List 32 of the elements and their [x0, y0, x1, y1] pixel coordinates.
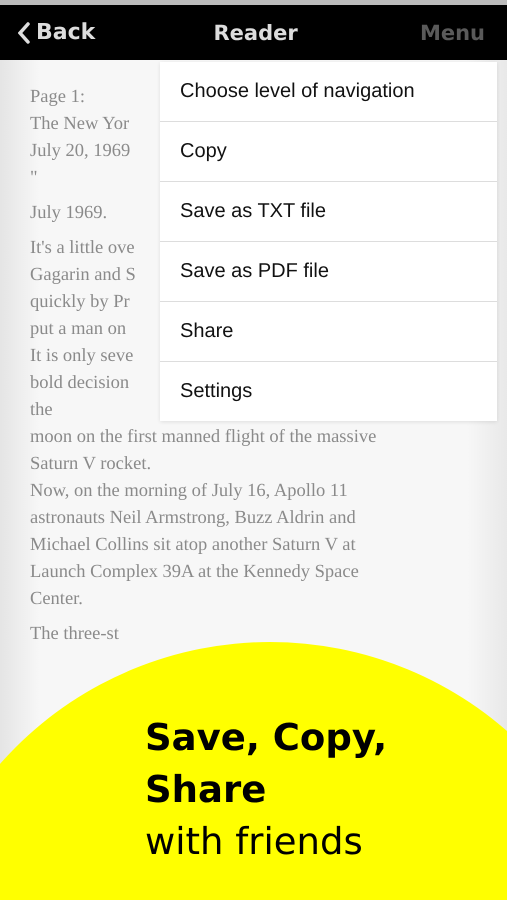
text-line: It's a little ove [30, 237, 135, 260]
menu-item[interactable]: Settings [160, 362, 497, 421]
menu-item[interactable]: Save as TXT file [160, 182, 497, 242]
text-line: Page 1: [30, 86, 85, 109]
text-line: Michael Collins sit atop another Saturn V at [30, 534, 356, 557]
text-line: Center. [30, 588, 83, 611]
text-line: Saturn V rocket. [30, 453, 152, 476]
back-button[interactable]: Back [18, 20, 96, 45]
menu-item[interactable]: Choose level of navigation [160, 62, 497, 122]
text-line: It is only seve [30, 345, 134, 368]
text-line: The three-st [30, 623, 119, 646]
promo-text: with friends [145, 819, 363, 865]
text-line: bold decision [30, 372, 130, 395]
text-line: Gagarin and S [30, 264, 136, 287]
text-line: quickly by Pr [30, 291, 130, 314]
text-line: the [30, 399, 53, 422]
text-line: July 1969. [30, 202, 108, 225]
chevron-left-icon [18, 22, 30, 44]
text-line: July 20, 1969 [30, 140, 130, 163]
text-line: moon on the first manned flight of the massive [30, 426, 376, 449]
promo-text: Save, Copy, [145, 715, 388, 761]
screen-title: Reader [214, 20, 298, 44]
text-line: The New Yor [30, 113, 130, 136]
text-line: astronauts Neil Armstrong, Buzz Aldrin and [30, 507, 356, 530]
menu-item[interactable]: Share [160, 302, 497, 362]
text-line: Now, on the morning of July 16, Apollo 11 [30, 480, 348, 503]
text-line: " [30, 167, 38, 190]
menu-item[interactable]: Copy [160, 122, 497, 182]
menu-item[interactable]: Save as PDF file [160, 242, 497, 302]
promo-text: Share [145, 767, 266, 813]
text-line: Launch Complex 39A at the Kennedy Space [30, 561, 359, 584]
text-line: put a man on [30, 318, 126, 341]
